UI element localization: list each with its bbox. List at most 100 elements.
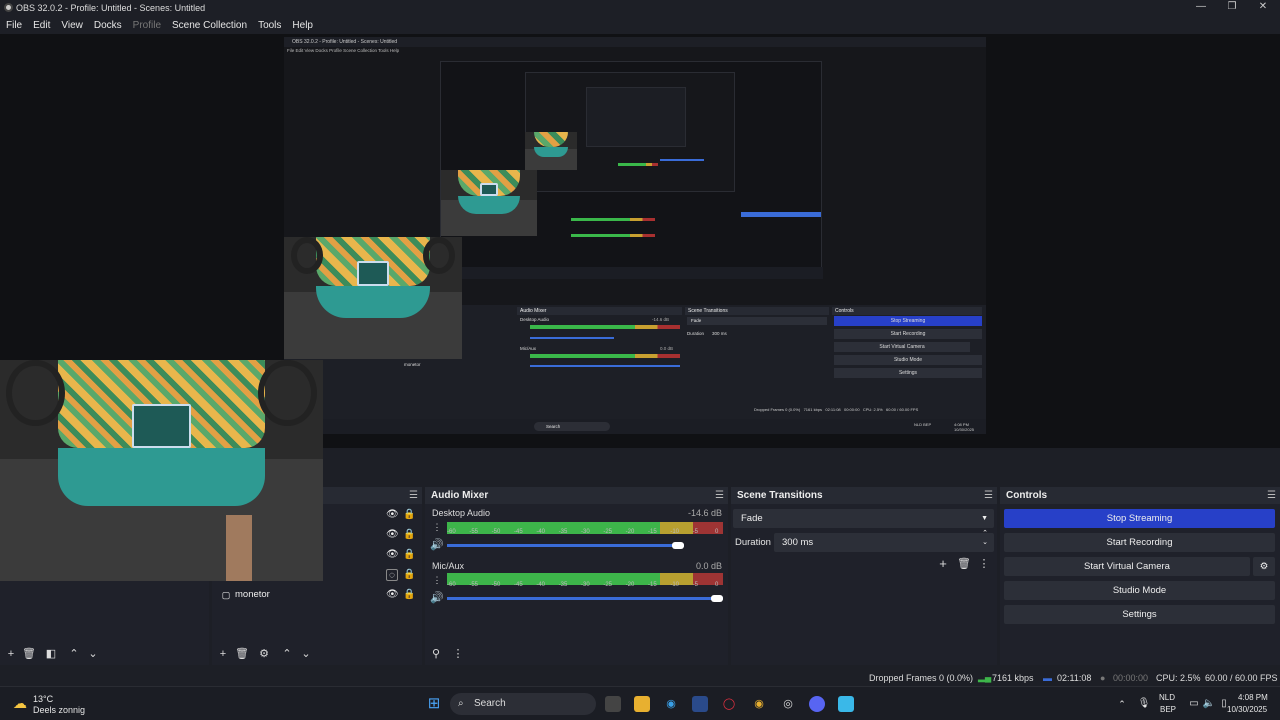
menu-edit[interactable]: Edit bbox=[33, 20, 50, 31]
obs-taskbar-icon[interactable]: ◎ bbox=[780, 696, 796, 712]
audio-more-icon[interactable]: ⋮ bbox=[451, 647, 465, 661]
lock-icon[interactable]: 🔒 bbox=[403, 589, 415, 601]
inner-mic-label: Mic/Aux bbox=[520, 346, 537, 351]
controls-menu-icon[interactable]: ☰ bbox=[1267, 487, 1276, 504]
task-view-icon[interactable] bbox=[605, 696, 621, 712]
remove-source-icon[interactable]: 🗑 bbox=[235, 647, 249, 661]
studio-mode-button[interactable]: Studio Mode bbox=[1004, 581, 1275, 600]
start-recording-button[interactable]: Start Recording bbox=[1004, 533, 1275, 552]
source-properties-gear-icon[interactable]: ⚙ bbox=[257, 647, 271, 661]
bitrate: 7161 kbps bbox=[992, 673, 1034, 683]
tray-expand-icon[interactable]: ⌃ bbox=[1114, 696, 1130, 712]
meter-tick-label: -50 bbox=[491, 529, 501, 535]
start-virtual-camera-button[interactable]: Start Virtual Camera bbox=[1004, 557, 1250, 576]
source-label-monetor: monetor bbox=[235, 589, 270, 600]
nested-preview bbox=[440, 61, 823, 279]
nested-webcam bbox=[441, 170, 537, 236]
sources-toolbar: + 🗑 ⚙ ⌃ ⌄ bbox=[212, 643, 422, 665]
inner-desktop-slider bbox=[530, 337, 614, 339]
audio-mixer-header: Audio Mixer ☰ bbox=[425, 487, 728, 504]
chrome-icon[interactable]: ◉ bbox=[751, 696, 767, 712]
lock-icon[interactable]: 🔒 bbox=[403, 569, 415, 581]
opera-icon[interactable]: ◯ bbox=[721, 696, 737, 712]
obs-logo-icon bbox=[4, 3, 13, 12]
keyboard-layout[interactable]: BEP bbox=[1160, 705, 1176, 714]
mic-aux-speaker-icon[interactable]: 🔊 bbox=[430, 591, 444, 605]
move-source-down-icon[interactable]: ⌄ bbox=[299, 647, 313, 661]
duration-spinner-icon[interactable]: ⌃ ⌄ bbox=[982, 529, 988, 547]
nested-taskbar bbox=[441, 267, 823, 279]
clock-date[interactable]: 10/30/2025 bbox=[1227, 705, 1267, 714]
transition-properties-icon[interactable]: ⋮ bbox=[977, 557, 991, 571]
edge-icon[interactable]: ◉ bbox=[663, 696, 679, 712]
transitions-menu-icon[interactable]: ☰ bbox=[984, 487, 993, 504]
filter-scene-icon[interactable]: ◧ bbox=[44, 647, 58, 661]
audio-menu-icon[interactable]: ☰ bbox=[715, 487, 724, 504]
windows-start-icon[interactable]: ⊞ bbox=[426, 696, 442, 712]
visibility-eye-icon[interactable]: 👁 bbox=[386, 529, 399, 541]
clock-time[interactable]: 4:08 PM bbox=[1238, 693, 1268, 702]
remove-scene-icon[interactable]: 🗑 bbox=[22, 647, 36, 661]
menu-scene-collection[interactable]: Scene Collection bbox=[172, 20, 247, 31]
microphone-icon[interactable]: 🎙 bbox=[1136, 696, 1152, 712]
mic-aux-options-icon[interactable]: ⋮ bbox=[430, 573, 444, 587]
duration-value: 300 ms bbox=[782, 537, 814, 548]
mic-aux-volume-slider[interactable] bbox=[447, 597, 723, 600]
weather-temp: 13°C bbox=[33, 694, 54, 704]
nested-webcam-2 bbox=[525, 132, 577, 170]
menu-help[interactable]: Help bbox=[292, 20, 313, 31]
stop-streaming-button[interactable]: Stop Streaming bbox=[1004, 509, 1275, 528]
desktop-audio-speaker-icon[interactable]: 🔊 bbox=[430, 538, 444, 552]
menu-profile[interactable]: Profile bbox=[133, 20, 161, 31]
taskbar-search[interactable]: ⌕ Search bbox=[450, 693, 596, 715]
menu-docks[interactable]: Docks bbox=[94, 20, 122, 31]
window-title: OBS 32.0.2 - Profile: Untitled - Scenes:… bbox=[16, 3, 206, 13]
controls-dock: Controls ☰ Stop Streaming Start Recording… bbox=[1000, 487, 1280, 665]
settings-button[interactable]: Settings bbox=[1004, 605, 1275, 624]
menu-file[interactable]: File bbox=[6, 20, 22, 31]
network-icon[interactable]: ▭ bbox=[1186, 696, 1202, 712]
lock-icon[interactable]: 🔒 bbox=[403, 509, 415, 521]
meter-tick-label: -40 bbox=[536, 582, 545, 588]
meter-tick-label: -55 bbox=[469, 582, 478, 588]
desktop-audio-options-icon[interactable]: ⋮ bbox=[430, 520, 444, 534]
visibility-eye-icon[interactable]: 👁 bbox=[386, 549, 399, 561]
meter-tick-label: -15 bbox=[648, 529, 657, 535]
language-code[interactable]: NLD bbox=[1159, 693, 1175, 702]
volume-icon[interactable]: 🔈 bbox=[1201, 696, 1217, 712]
move-source-up-icon[interactable]: ⌃ bbox=[280, 647, 294, 661]
minimize-button[interactable]: — bbox=[1186, 0, 1216, 16]
remove-transition-icon[interactable]: 🗑 bbox=[957, 557, 971, 571]
visibility-eye-hidden-icon[interactable]: ◌ bbox=[386, 569, 398, 581]
maximize-button[interactable]: ❐ bbox=[1217, 0, 1247, 16]
menu-tools[interactable]: Tools bbox=[258, 20, 281, 31]
duration-input[interactable]: 300 ms ⌃ ⌄ bbox=[774, 530, 994, 552]
visibility-eye-icon[interactable]: 👁 bbox=[386, 509, 399, 521]
move-scene-up-icon[interactable]: ⌃ bbox=[67, 647, 81, 661]
app-icon[interactable] bbox=[838, 696, 854, 712]
sources-menu-icon[interactable]: ☰ bbox=[409, 487, 418, 504]
virtual-camera-gear-icon[interactable]: ⚙ bbox=[1253, 557, 1275, 576]
meter-tick-label: -60 bbox=[447, 529, 456, 535]
file-explorer-icon[interactable] bbox=[634, 696, 650, 712]
lock-icon[interactable]: 🔒 bbox=[403, 529, 415, 541]
source-row-monetor[interactable]: ▢ monetor 👁 🔒 bbox=[212, 585, 422, 605]
weather-icon[interactable]: ☁ bbox=[12, 695, 28, 711]
transition-select[interactable]: Fade ▼ bbox=[733, 509, 994, 528]
add-source-icon[interactable]: + bbox=[216, 647, 230, 661]
move-scene-down-icon[interactable]: ⌄ bbox=[86, 647, 100, 661]
discord-icon[interactable] bbox=[809, 696, 825, 712]
menu-view[interactable]: View bbox=[61, 20, 83, 31]
lock-icon[interactable]: 🔒 bbox=[403, 549, 415, 561]
desktop-audio-volume-slider[interactable] bbox=[447, 544, 685, 547]
desktop-audio-volume-knob[interactable] bbox=[672, 542, 685, 549]
mic-aux-volume-knob[interactable] bbox=[711, 595, 723, 602]
preview-canvas: OBS 32.0.2 - Profile: Untitled - Scenes:… bbox=[284, 37, 986, 434]
add-transition-icon[interactable]: + bbox=[936, 557, 950, 571]
visibility-eye-icon[interactable]: 👁 bbox=[386, 589, 399, 601]
audio-link-icon[interactable]: ⚲ bbox=[429, 647, 443, 661]
add-scene-icon[interactable]: + bbox=[4, 647, 18, 661]
close-button[interactable]: ✕ bbox=[1248, 0, 1278, 16]
store-icon[interactable] bbox=[692, 696, 708, 712]
meter-tick-label: -35 bbox=[558, 582, 568, 588]
